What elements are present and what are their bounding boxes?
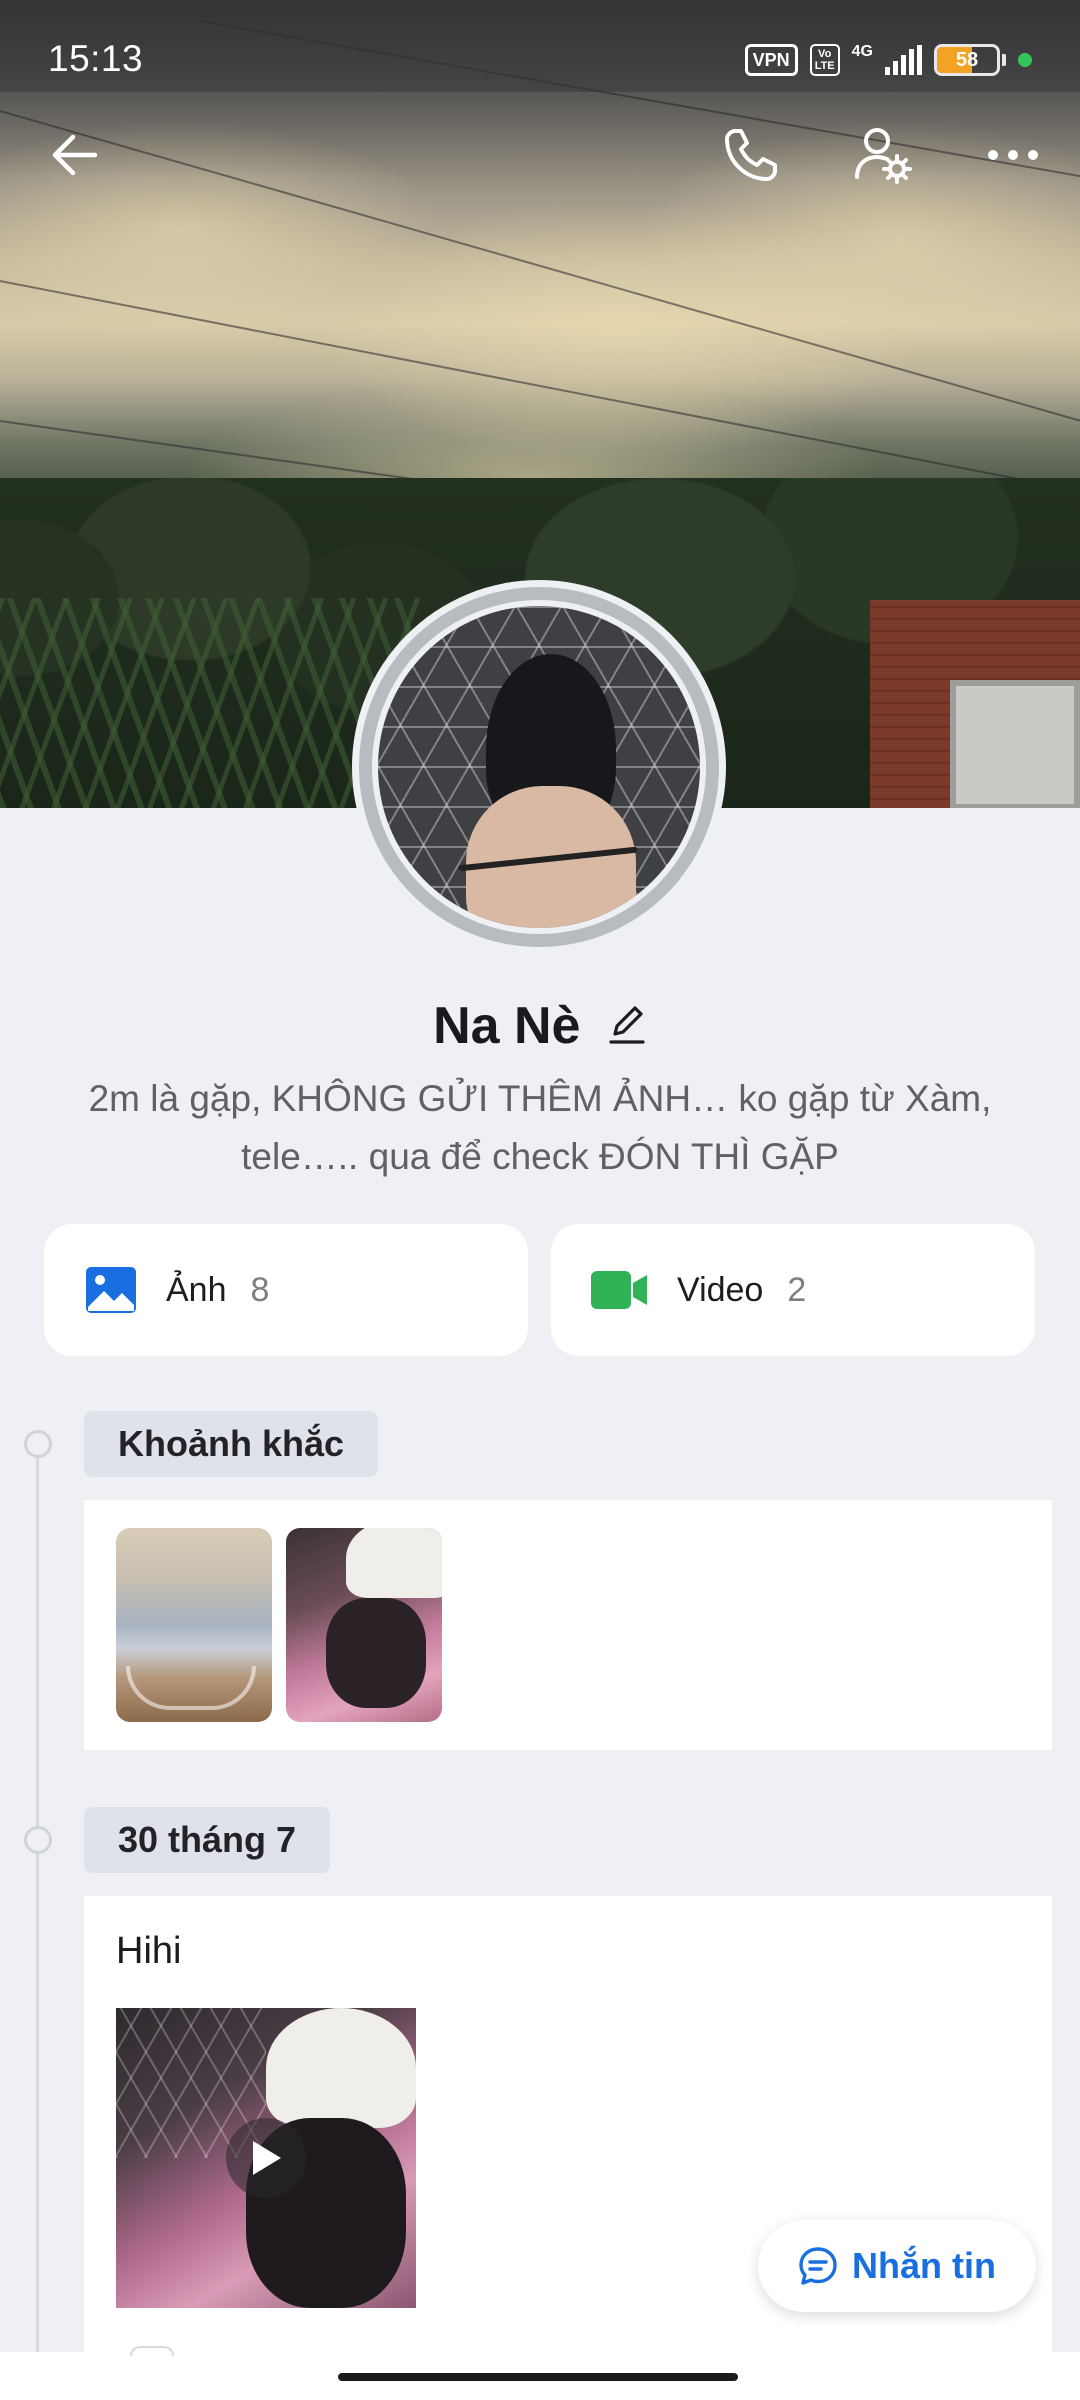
- play-button[interactable]: [226, 2118, 306, 2198]
- video-camera-icon: [591, 1271, 647, 1309]
- profile-bio: 2m là gặp, KHÔNG GỬI THÊM ẢNH… ko gặp từ…: [88, 1078, 992, 1177]
- privacy-dot-icon: [1018, 53, 1032, 67]
- more-button[interactable]: [968, 110, 1058, 200]
- image-icon: [86, 1267, 136, 1313]
- date-tag: 30 tháng 7: [84, 1807, 331, 1873]
- post-text: Hihi: [116, 1930, 182, 1972]
- timeline-line: [36, 1440, 39, 2400]
- edit-name-button[interactable]: [607, 1002, 647, 1051]
- profile-top-bar: [0, 110, 1080, 210]
- timeline-node: [24, 1826, 52, 1854]
- battery-level: 58: [955, 49, 979, 71]
- moment-thumbnail[interactable]: [286, 1528, 442, 1722]
- more-horizontal-icon: [988, 150, 1038, 160]
- send-message-label: Nhắn tin: [852, 2245, 996, 2286]
- volte-badge: Vo LTE: [809, 44, 840, 76]
- user-settings-icon: [855, 128, 912, 184]
- pencil-icon: [609, 1005, 645, 1044]
- home-gesture-bar[interactable]: [338, 2373, 738, 2381]
- avatar[interactable]: [352, 580, 726, 954]
- photos-card[interactable]: Ảnh 8: [44, 1224, 528, 1356]
- signal-icon: [885, 45, 922, 75]
- videos-card[interactable]: Video 2: [551, 1224, 1035, 1356]
- phone-icon: [725, 129, 777, 181]
- photos-label: Ảnh: [166, 1270, 227, 1309]
- arrow-left-icon: [52, 134, 98, 176]
- call-button[interactable]: [706, 110, 796, 200]
- user-settings-button[interactable]: [838, 110, 928, 200]
- photos-count: 8: [250, 1270, 270, 1309]
- battery-icon: 58: [934, 44, 1000, 76]
- chat-bubble-icon: [799, 2247, 837, 2285]
- status-bar: 15:13 VPN Vo LTE 4G 58: [0, 0, 1080, 92]
- status-time: 15:13: [48, 38, 144, 79]
- send-message-button[interactable]: Nhắn tin: [758, 2220, 1036, 2312]
- profile-name: Na Nè: [433, 997, 581, 1055]
- videos-label: Video: [677, 1270, 764, 1309]
- timeline-node-partial: [130, 2346, 174, 2356]
- battery-cap: [1002, 54, 1006, 66]
- profile-name-row: Na Nè: [0, 996, 1080, 1056]
- moments-card: [84, 1500, 1052, 1750]
- network-type: 4G: [851, 43, 873, 60]
- timeline-node: [24, 1430, 52, 1458]
- back-button[interactable]: [30, 110, 120, 200]
- moment-thumbnail[interactable]: [116, 1528, 272, 1722]
- vpn-badge: VPN: [744, 44, 798, 76]
- post-video[interactable]: [116, 2008, 416, 2308]
- play-icon: [253, 2141, 281, 2175]
- moments-tag: Khoảnh khắc: [84, 1411, 379, 1477]
- videos-count: 2: [787, 1270, 807, 1309]
- avatar-image: [372, 600, 706, 934]
